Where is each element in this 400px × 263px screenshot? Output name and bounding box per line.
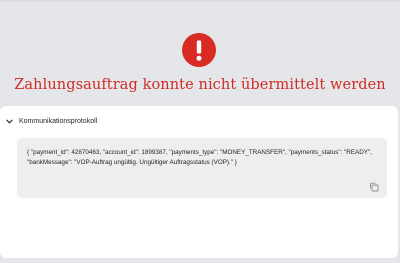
protocol-log-box: { "payment_id": 42870463, "account_id": … — [17, 138, 387, 198]
top-divider — [0, 0, 400, 2]
error-title: Zahlungsauftrag konnte nicht übermittelt… — [14, 77, 386, 93]
copy-button[interactable] — [368, 181, 380, 193]
protocol-log-text: { "payment_id": 42870463, "account_id": … — [27, 149, 374, 167]
copy-icon — [368, 181, 380, 193]
bottom-strip — [0, 258, 400, 263]
exclamation-circle-icon — [182, 33, 216, 67]
protocol-toggle[interactable]: Kommunikationsprotokoll — [6, 114, 97, 128]
protocol-title: Kommunikationsprotokoll — [19, 117, 98, 125]
communication-protocol-panel: Kommunikationsprotokoll { "payment_id": … — [0, 106, 398, 258]
chevron-down-icon — [6, 118, 13, 125]
